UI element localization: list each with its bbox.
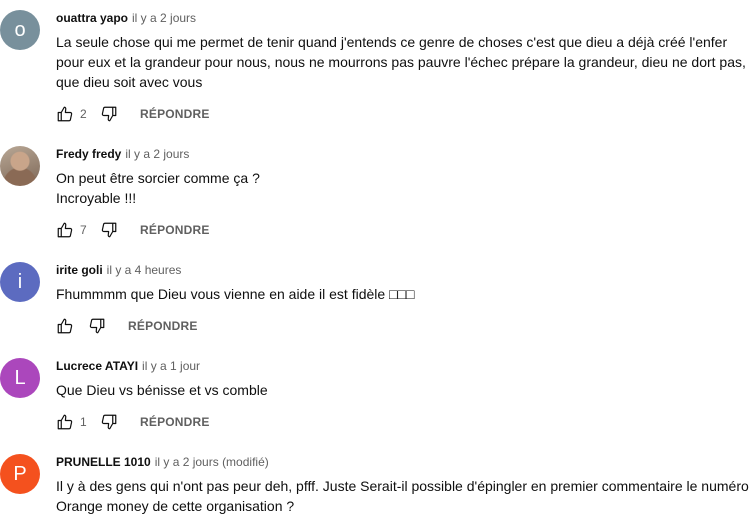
comment-header: Fredy fredy il y a 2 jours	[56, 146, 751, 162]
reply-button[interactable]: RÉPONDRE	[140, 415, 210, 429]
thumbs-up-icon[interactable]	[56, 317, 74, 335]
comment-timestamp[interactable]: il y a 1 jour	[142, 359, 200, 373]
comment-text: Il y à des gens qui n'ont pas peur deh, …	[56, 476, 751, 516]
avatar[interactable]: L	[0, 358, 40, 398]
thumbs-up-icon[interactable]	[56, 105, 74, 123]
thumbs-up-icon[interactable]	[56, 413, 74, 431]
avatar[interactable]: i	[0, 262, 40, 302]
comments-list: o ouattra yapo il y a 2 jours La seule ch…	[0, 0, 751, 523]
comment-header: Lucrece ATAYI il y a 1 jour	[56, 358, 751, 374]
avatar[interactable]: P	[0, 454, 40, 494]
comment-header: irite goli il y a 4 heures	[56, 262, 751, 278]
comment-header: PRUNELLE 1010 il y a 2 jours (modifié)	[56, 454, 751, 470]
comment-header: ouattra yapo il y a 2 jours	[56, 10, 751, 26]
author-name[interactable]: Fredy fredy	[56, 147, 121, 161]
comment-timestamp[interactable]: il y a 2 jours (modifié)	[155, 455, 269, 469]
author-name[interactable]: PRUNELLE 1010	[56, 455, 151, 469]
thumbs-down-icon[interactable]	[100, 221, 118, 239]
comment-actions: 7 RÉPONDRE	[56, 218, 210, 242]
comment-actions: 1 RÉPONDRE	[56, 410, 210, 434]
reply-button[interactable]: RÉPONDRE	[128, 319, 198, 333]
comment-text-line: On peut être sorcier comme ça ?	[56, 170, 260, 186]
comment-text-line: pour eux et la grandeur pour nous, nous …	[56, 54, 746, 70]
avatar[interactable]	[0, 146, 40, 186]
author-name[interactable]: Lucrece ATAYI	[56, 359, 138, 373]
author-name[interactable]: ouattra yapo	[56, 11, 128, 25]
comment-text-line: Fhummmm que Dieu vous vienne en aide il …	[56, 286, 415, 302]
comment-text-line: La seule chose qui me permet de tenir qu…	[56, 34, 728, 50]
comment-text-line: que dieu soit avec vous	[56, 74, 203, 90]
thumbs-down-icon[interactable]	[100, 413, 118, 431]
author-name[interactable]: irite goli	[56, 263, 103, 277]
comment-text-line: Incroyable !!!	[56, 190, 137, 206]
comment-timestamp[interactable]: il y a 2 jours	[125, 147, 189, 161]
reply-button[interactable]: RÉPONDRE	[140, 223, 210, 237]
comment-actions: 2 RÉPONDRE	[56, 102, 210, 126]
reply-button[interactable]: RÉPONDRE	[140, 107, 210, 121]
thumbs-down-icon[interactable]	[88, 317, 106, 335]
thumbs-up-icon[interactable]	[56, 221, 74, 239]
avatar[interactable]: o	[0, 10, 40, 50]
like-count: 1	[80, 415, 87, 429]
comment-text: La seule chose qui me permet de tenir qu…	[56, 32, 751, 92]
comment-text: Fhummmm que Dieu vous vienne en aide il …	[56, 284, 751, 304]
comment-timestamp[interactable]: il y a 2 jours	[132, 11, 196, 25]
comment-text: On peut être sorcier comme ça ? Incroyab…	[56, 168, 751, 208]
comment-actions: RÉPONDRE	[56, 314, 198, 338]
comment-text-line: Il y à des gens qui n'ont pas peur deh, …	[56, 478, 749, 494]
comment-text: Que Dieu vs bénisse et vs comble	[56, 380, 751, 400]
like-count: 7	[80, 223, 87, 237]
comment-text-line: Orange money de cette organisation ?	[56, 498, 295, 514]
comment-text-line: Que Dieu vs bénisse et vs comble	[56, 382, 268, 398]
thumbs-down-icon[interactable]	[100, 105, 118, 123]
comment-timestamp[interactable]: il y a 4 heures	[107, 263, 182, 277]
like-count: 2	[80, 107, 87, 121]
